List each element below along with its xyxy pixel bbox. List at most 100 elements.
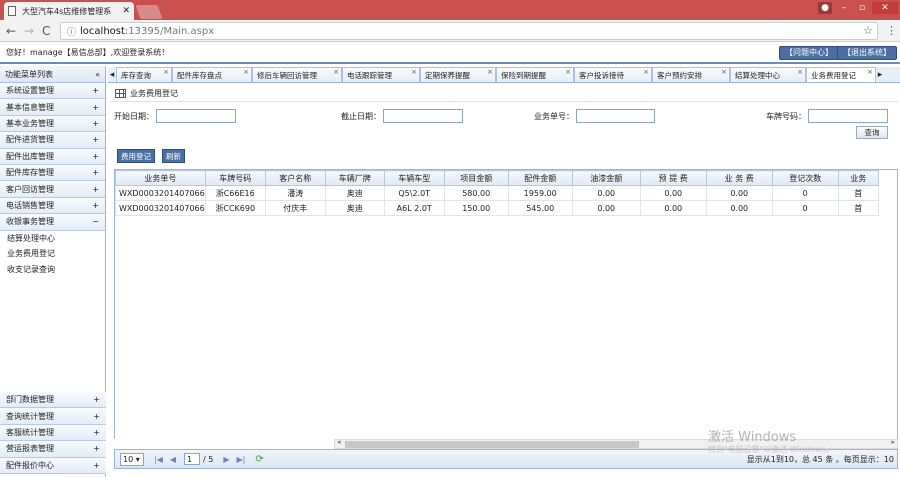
- column-header[interactable]: 预 提 费: [639, 170, 707, 186]
- close-tab-icon[interactable]: ×: [411, 68, 417, 76]
- minimize-icon[interactable]: –: [836, 2, 852, 14]
- last-page-icon[interactable]: ▶|: [237, 455, 246, 464]
- scroll-left-icon[interactable]: ◂: [337, 438, 341, 446]
- close-tab-icon[interactable]: ×: [867, 68, 873, 76]
- close-tab-icon[interactable]: ×: [797, 68, 803, 76]
- maximize-icon[interactable]: ▫: [854, 2, 870, 14]
- table-row[interactable]: WXD0003201407066 浙CCK690 付庆丰 奥迪 A6L 2.0T 150.…: [115, 200, 879, 216]
- column-header[interactable]: 油漆金额: [571, 170, 641, 186]
- close-tab-icon[interactable]: ✕: [122, 6, 130, 16]
- table-row[interactable]: WXD0003201407066 浙C66E16 潘涛 奥迪 Q5\2.0T 580.00…: [115, 185, 879, 201]
- column-header[interactable]: 业 务 费: [705, 170, 773, 186]
- menu-icon[interactable]: ⋮: [886, 24, 897, 37]
- sidebar-item[interactable]: 配件报价中心 +: [0, 457, 106, 474]
- column-header[interactable]: 配件金额: [507, 170, 573, 186]
- logout-button[interactable]: 【退出系统】: [837, 46, 897, 60]
- expand-icon[interactable]: +: [92, 168, 99, 177]
- close-tab-icon[interactable]: ×: [487, 68, 493, 76]
- tab[interactable]: 客户预约安排 ×: [652, 67, 730, 82]
- sidebar-item[interactable]: 配件出库管理 +: [0, 148, 105, 165]
- column-header[interactable]: 车辆厂牌: [324, 170, 385, 186]
- sidebar-item[interactable]: 营运报表管理 +: [0, 441, 106, 458]
- tab[interactable]: 配件库存盘点 ×: [172, 67, 252, 82]
- expand-icon[interactable]: +: [92, 103, 99, 112]
- expand-icon[interactable]: +: [93, 428, 100, 437]
- close-tab-icon[interactable]: ×: [333, 68, 339, 76]
- prev-page-icon[interactable]: ◀: [170, 455, 176, 464]
- tab-scroll-left-icon[interactable]: ◂: [108, 67, 116, 82]
- column-header[interactable]: 项目金额: [443, 170, 509, 186]
- browser-tab[interactable]: 大型汽车4s店维修管理系 ✕: [4, 2, 134, 20]
- tab[interactable]: 定期保养提醒 ×: [420, 67, 496, 82]
- close-tab-icon[interactable]: ×: [163, 68, 169, 76]
- sidebar-item[interactable]: 配件进货管理 +: [0, 132, 105, 149]
- column-header[interactable]: 业务: [837, 170, 879, 186]
- collapse-icon[interactable]: «: [95, 70, 100, 79]
- scroll-right-icon[interactable]: ▸: [891, 438, 895, 446]
- sidebar-item[interactable]: 客服统计管理 +: [0, 424, 106, 442]
- close-tab-icon[interactable]: ×: [565, 68, 571, 76]
- url-input[interactable]: ⓘ localhost:13395/Main.aspx ☆: [60, 22, 878, 40]
- expand-icon[interactable]: +: [92, 86, 99, 95]
- new-tab-button[interactable]: [135, 5, 163, 19]
- sidebar-item[interactable]: 电话销售管理 +: [0, 197, 105, 215]
- register-fee-button[interactable]: 费用登记: [117, 149, 155, 163]
- expand-icon[interactable]: +: [92, 152, 99, 161]
- bookmark-star-icon[interactable]: ☆: [863, 24, 873, 37]
- close-tab-icon[interactable]: ×: [243, 68, 249, 76]
- order-no-input[interactable]: [576, 109, 655, 123]
- sidebar-item[interactable]: 部门数据管理 +: [0, 392, 106, 409]
- expand-icon[interactable]: +: [93, 444, 100, 453]
- column-header[interactable]: 车辆车型: [383, 170, 445, 186]
- sidebar-item[interactable]: 收银事务管理 −: [0, 214, 105, 231]
- sidebar-sublink[interactable]: 结算处理中心: [0, 231, 105, 247]
- end-date-input[interactable]: [383, 109, 463, 123]
- sidebar-item[interactable]: 配件库存管理 +: [0, 164, 105, 182]
- sidebar-item[interactable]: 系统设置管理 +: [0, 83, 105, 100]
- expand-icon[interactable]: +: [92, 119, 99, 128]
- tab[interactable]: 业务费用登记 ×: [806, 67, 876, 82]
- tab[interactable]: 客户投诉接待 ×: [574, 67, 652, 82]
- help-center-button[interactable]: 【问题中心】: [779, 46, 839, 60]
- sidebar-item[interactable]: 客户回访管理 +: [0, 181, 105, 198]
- user-icon[interactable]: ●: [818, 2, 832, 14]
- start-date-input[interactable]: [156, 109, 236, 123]
- tab[interactable]: 库存查询 ×: [116, 67, 172, 82]
- scroll-thumb[interactable]: [345, 441, 639, 448]
- plate-input[interactable]: [808, 109, 888, 123]
- back-icon[interactable]: ←: [6, 24, 16, 38]
- sidebar-item[interactable]: 基本业务管理 +: [0, 115, 105, 133]
- column-header[interactable]: 业务单号: [115, 170, 206, 186]
- expand-icon[interactable]: +: [92, 185, 99, 194]
- column-header[interactable]: 登记次数: [771, 170, 839, 186]
- tab[interactable]: 结算处理中心 ×: [730, 67, 806, 82]
- expand-icon[interactable]: +: [93, 461, 100, 470]
- forward-icon[interactable]: →: [24, 24, 34, 38]
- sidebar-item[interactable]: 查询统计管理 +: [0, 408, 106, 425]
- reload-icon[interactable]: C: [42, 24, 50, 38]
- sidebar-item[interactable]: 基本信息管理 +: [0, 99, 105, 116]
- close-tab-icon[interactable]: ×: [643, 68, 649, 76]
- tab[interactable]: 电话跟踪管理 ×: [342, 67, 420, 82]
- expand-icon[interactable]: +: [93, 395, 100, 404]
- column-header[interactable]: 客户名称: [264, 170, 326, 186]
- refresh-button[interactable]: 刷新: [162, 149, 185, 163]
- close-tab-icon[interactable]: ×: [721, 68, 727, 76]
- first-page-icon[interactable]: |◀: [154, 455, 163, 464]
- close-window-icon[interactable]: ✕: [872, 2, 898, 14]
- expand-icon[interactable]: +: [92, 201, 99, 210]
- next-page-icon[interactable]: ▶: [223, 455, 229, 464]
- expand-icon[interactable]: +: [92, 135, 99, 144]
- sidebar-sublink[interactable]: 收支记录查询: [0, 262, 105, 278]
- expand-icon[interactable]: +: [93, 412, 100, 421]
- tab[interactable]: 保险到期提醒 ×: [496, 67, 574, 82]
- tab[interactable]: 修后车辆回访管理 ×: [252, 67, 342, 82]
- reload-grid-icon[interactable]: ⟳: [255, 454, 263, 465]
- page-size-select[interactable]: 10 ▾: [120, 452, 144, 466]
- query-button[interactable]: 查询: [856, 126, 888, 139]
- expand-icon[interactable]: −: [92, 217, 99, 226]
- page-input[interactable]: 1: [184, 453, 201, 465]
- column-header[interactable]: 车牌号码: [204, 170, 266, 186]
- sidebar-sublink[interactable]: 业务费用登记: [0, 246, 105, 262]
- tab-scroll-right-icon[interactable]: ▸: [876, 67, 884, 82]
